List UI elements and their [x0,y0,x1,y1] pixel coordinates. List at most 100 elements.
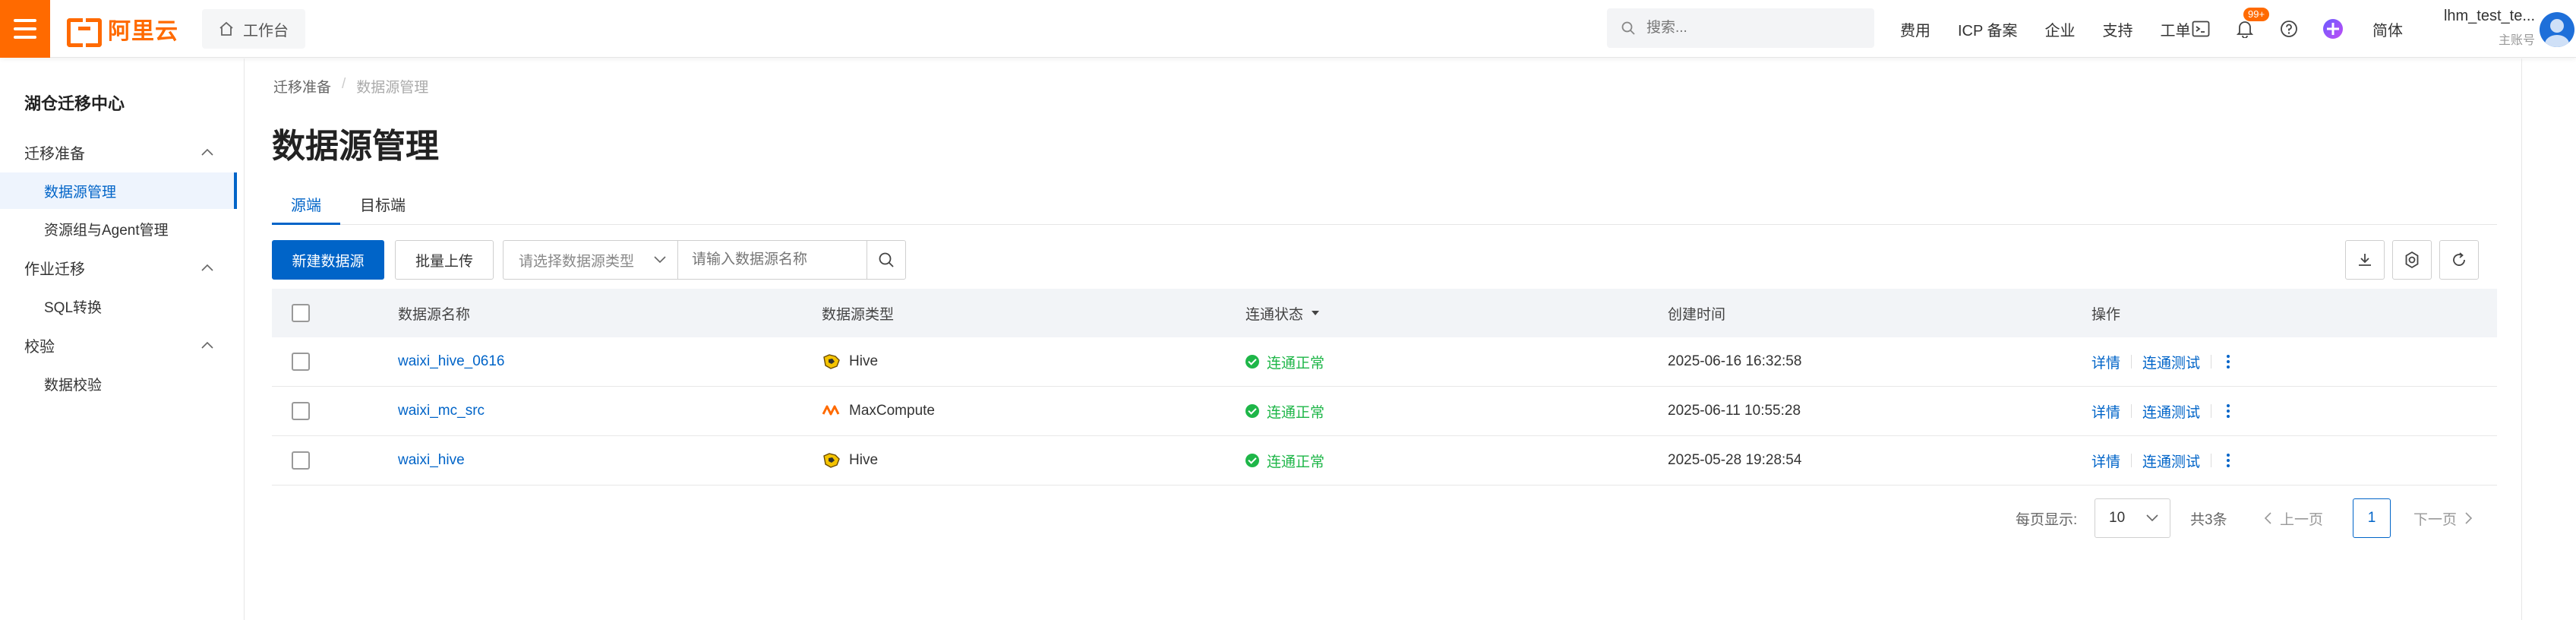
new-datasource-button[interactable]: 新建数据源 [272,240,384,280]
nav-billing[interactable]: 费用 [1900,18,1930,40]
refresh-button[interactable] [2439,240,2479,280]
datasource-name-link[interactable]: waixi_mc_src [398,403,485,419]
tab-target[interactable]: 目标端 [360,193,406,225]
user-role: 主账号 [2498,34,2535,47]
sidebar-item-sql-convert[interactable]: SQL转换 [0,288,237,324]
divider [2131,454,2132,467]
global-search-input[interactable] [1646,20,1844,36]
datasource-name-link[interactable]: waixi_hive [398,452,465,469]
status-text: 连通正常 [1267,355,1325,372]
chevron-right-icon [2465,512,2473,524]
user-name: lhm_test_te... [2443,8,2535,24]
select-all-checkbox[interactable] [292,304,310,322]
search-button[interactable] [867,240,906,280]
column-header-status[interactable]: 连通状态 [1245,303,1320,324]
page-size-label: 每页显示: [2016,511,2078,528]
sidebar-group-migration-prep[interactable]: 迁移准备 [24,141,214,163]
sidebar-group-label: 校验 [24,338,55,356]
table-row: waixi_hive Hive 连通正常 2025-05-28 19:28:54… [272,436,2497,486]
datasource-type-cell: Hive [822,353,878,371]
download-icon [2359,254,2371,266]
sidebar-group-validation[interactable]: 校验 [24,334,214,356]
connection-test-link[interactable]: 连通测试 [2142,451,2200,471]
home-icon [219,21,233,36]
nav-ticket[interactable]: 工单 [2161,18,2191,40]
connection-test-link[interactable]: 连通测试 [2142,352,2200,372]
aliyun-logo[interactable]: 阿里云 [67,14,178,47]
page-size-value: 10 [2109,510,2126,526]
checkbox[interactable] [292,402,310,420]
tab-source[interactable]: 源端 [272,193,340,225]
workbench-label: 工作台 [243,22,289,40]
table-header: 数据源名称 数据源类型 连通状态 创建时间 操作 [272,289,2497,337]
global-search[interactable] [1607,8,1874,48]
sidebar-group-job-migration[interactable]: 作业迁移 [24,256,214,279]
avatar[interactable] [2540,12,2574,47]
connection-status: 连通正常 [1245,352,1324,372]
tab-bar: 源端 目标端 [272,185,2497,225]
row-checkbox[interactable] [292,353,310,371]
nav-support[interactable]: 支持 [2103,18,2133,40]
refresh-icon [2453,252,2465,266]
checkbox[interactable] [292,353,310,371]
sidebar-item-data-validation[interactable]: 数据校验 [0,365,237,402]
download-button[interactable] [2345,240,2385,280]
connection-test-link[interactable]: 连通测试 [2142,401,2200,422]
row-checkbox[interactable] [292,402,310,420]
hive-icon [823,354,840,369]
column-header-name: 数据源名称 [398,306,471,323]
workbench-button[interactable]: 工作台 [202,9,305,49]
page-title: 数据源管理 [272,128,439,165]
detail-link[interactable]: 详情 [2091,401,2120,422]
checkbox[interactable] [292,304,310,322]
next-page-label: 下一页 [2413,511,2458,528]
detail-link[interactable]: 详情 [2091,352,2120,372]
terminal-icon[interactable] [2190,18,2211,40]
page-number-current[interactable]: 1 [2353,498,2391,538]
settings-button[interactable] [2392,240,2432,280]
total-count: 共3条 [2190,511,2227,528]
chevron-down-icon [654,256,666,264]
nav-enterprise[interactable]: 企业 [2045,18,2076,40]
language-switch[interactable]: 简体 [2372,0,2403,58]
sidebar-item-resource-group[interactable]: 资源组与Agent管理 [0,210,237,247]
column-header-ops: 操作 [2091,306,2121,323]
status-text: 连通正常 [1267,454,1325,470]
breadcrumb-item[interactable]: 迁移准备 [273,76,331,96]
more-actions-icon[interactable] [2222,404,2234,418]
status-text: 连通正常 [1267,404,1325,421]
column-header-type: 数据源类型 [822,306,895,323]
datasource-type-label: Hive [849,353,879,369]
notification-bell-icon[interactable]: 99+ [2234,8,2270,40]
ai-assistant-icon[interactable] [2322,18,2344,40]
help-icon[interactable] [2278,18,2300,40]
hive-icon [823,453,840,468]
checkbox[interactable] [292,451,310,470]
top-nav-links: 费用 ICP 备案 企业 支持 工单 [1900,0,2191,58]
caret-down-icon[interactable] [1311,309,1320,317]
prev-page-label: 上一页 [2280,511,2324,528]
user-info[interactable]: lhm_test_te... 主账号 [2430,8,2535,48]
batch-upload-button[interactable]: 批量上传 [395,240,494,280]
more-actions-icon[interactable] [2222,355,2234,369]
row-actions: 详情 连通测试 [2091,401,2234,422]
top-icons: 99+ [2190,0,2344,58]
detail-link[interactable]: 详情 [2091,451,2120,471]
page-size-select[interactable]: 10 [2095,498,2170,538]
next-page-button[interactable]: 下一页 [2413,498,2473,538]
datasource-type-select[interactable]: 请选择数据源类型 [503,240,677,280]
sidebar: 湖仓迁移中心 迁移准备 数据源管理 资源组与Agent管理 作业迁移 SQL转换… [0,59,245,620]
nav-icp[interactable]: ICP 备案 [1958,18,2018,40]
datasource-name-input[interactable] [677,240,867,280]
more-actions-icon[interactable] [2222,454,2234,467]
divider [2131,404,2132,418]
column-header-created: 创建时间 [1668,306,1726,323]
row-checkbox[interactable] [292,451,310,470]
prev-page-button[interactable]: 上一页 [2263,498,2323,538]
sidebar-group-label: 作业迁移 [24,261,85,278]
sidebar-item-datasource[interactable]: 数据源管理 [0,172,237,209]
datasource-type-label: Hive [849,452,879,468]
maxcompute-icon [822,405,840,416]
hamburger-menu-icon[interactable] [0,0,50,58]
datasource-name-link[interactable]: waixi_hive_0616 [398,353,505,370]
